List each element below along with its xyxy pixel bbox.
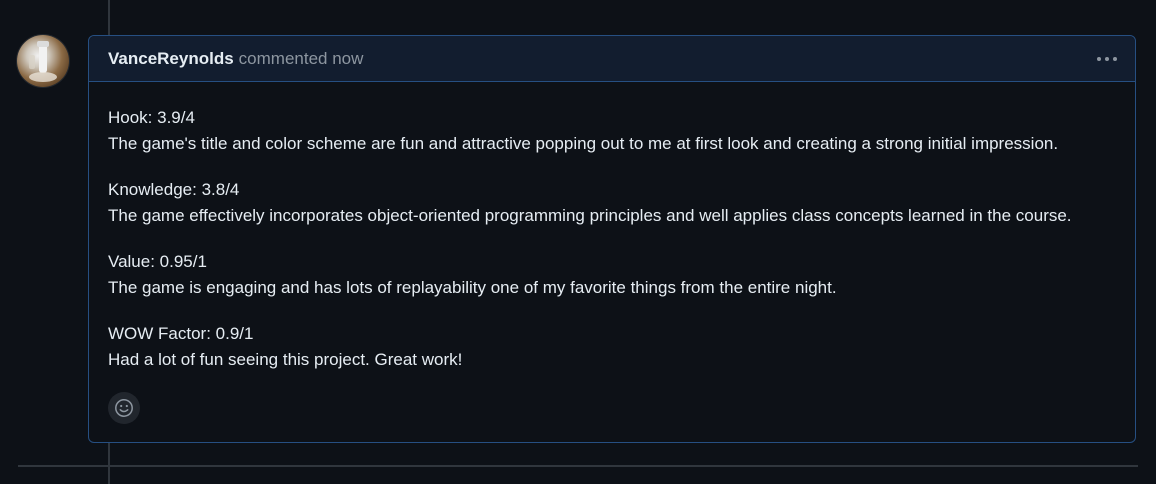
add-reaction-button[interactable] — [108, 392, 140, 424]
score-section-hook: Hook: 3.9/4 The game's title and color s… — [108, 105, 1116, 157]
score-section-value: Value: 0.95/1 The game is engaging and h… — [108, 249, 1116, 301]
comment-header: VanceReynolds commented now — [89, 36, 1135, 82]
smiley-icon — [115, 399, 133, 417]
score-heading: Hook: 3.9/4 — [108, 108, 195, 127]
avatar-image — [29, 41, 57, 82]
score-text: The game's title and color scheme are fu… — [108, 134, 1059, 153]
score-text: The game effectively incorporates object… — [108, 206, 1072, 225]
score-text: The game is engaging and has lots of rep… — [108, 278, 837, 297]
score-section-wow-factor: WOW Factor: 0.9/1 Had a lot of fun seein… — [108, 321, 1116, 373]
comment-body: Hook: 3.9/4 The game's title and color s… — [89, 82, 1135, 373]
score-text: Had a lot of fun seeing this project. Gr… — [108, 350, 463, 369]
score-heading: Knowledge: 3.8/4 — [108, 180, 240, 199]
avatar[interactable] — [17, 35, 69, 87]
score-section-knowledge: Knowledge: 3.8/4 The game effectively in… — [108, 177, 1116, 229]
comment-author[interactable]: VanceReynolds — [108, 49, 234, 69]
timeline-divider — [18, 465, 1138, 467]
comment-timestamp[interactable]: commented now — [239, 49, 364, 69]
kebab-horizontal-icon — [1097, 56, 1117, 61]
score-heading: WOW Factor: 0.9/1 — [108, 324, 254, 343]
comment-options-button[interactable] — [1093, 47, 1121, 71]
comment-box: VanceReynolds commented now Hook: 3.9/4 … — [88, 35, 1136, 443]
score-heading: Value: 0.95/1 — [108, 252, 207, 271]
